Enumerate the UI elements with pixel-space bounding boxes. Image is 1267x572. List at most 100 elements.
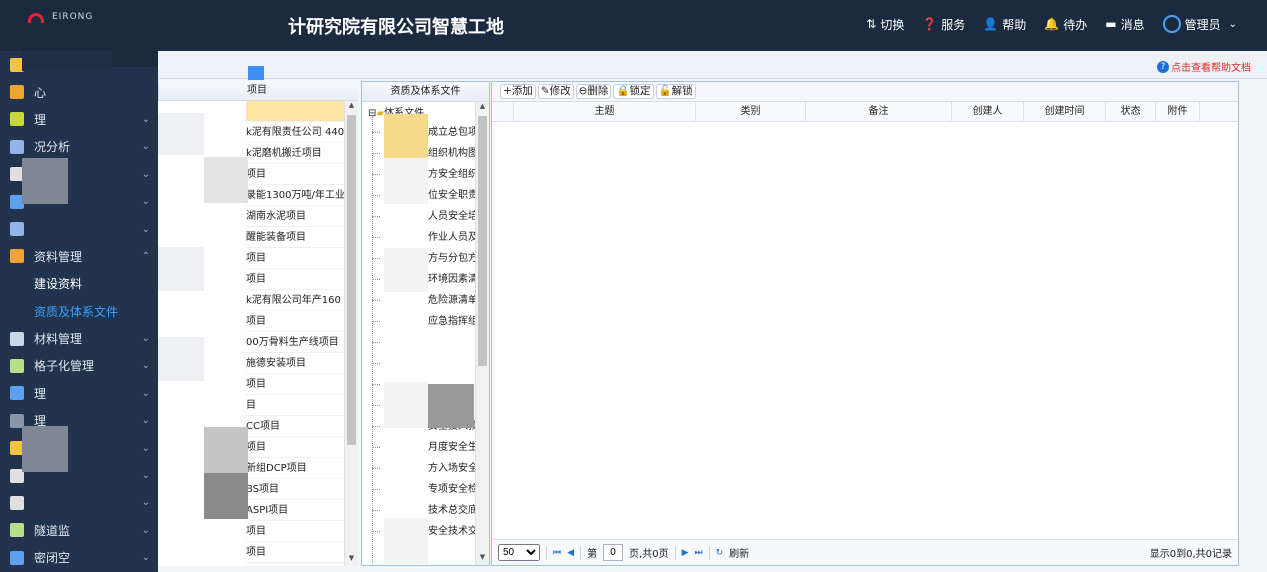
scroll-up-icon[interactable]: ▲ [476,102,489,114]
sidebar-item[interactable]: ⌄ [0,215,158,242]
tree-node[interactable]: 安全技术交 [428,521,478,542]
column-header[interactable]: 类别 [696,102,806,121]
help-doc-link[interactable]: ? 点击查看帮助文档 [1157,59,1251,74]
tree-node[interactable]: 危险源清单 [428,290,478,311]
sidebar-item[interactable]: ⌄ [0,489,158,516]
blur-overlay [22,426,68,472]
column-header[interactable]: 状态 [1106,102,1156,121]
page-prefix: 第 [587,549,598,560]
project-row[interactable]: 00万骨料生产线项目 [246,332,344,353]
project-row[interactable]: 施德安装项目 [246,353,344,374]
menu-icon [10,386,24,401]
tree-node[interactable]: 方入场安全 [428,458,478,479]
project-row[interactable]: 目 [246,395,344,416]
project-row[interactable]: ASPI项目 [246,500,344,521]
tree-node[interactable]: 方与分包方 [428,248,478,269]
next-page-icon[interactable]: ▶ [682,548,689,558]
service-button[interactable]: ❓ 服务 [922,16,965,33]
scroll-thumb[interactable] [347,115,356,445]
project-row[interactable]: 项目 [246,164,344,185]
toolbar-button[interactable]: ✎修改 [537,84,574,99]
sidebar-item-label: 况分析 [34,140,71,155]
help-button[interactable]: 👤 帮助 [983,16,1026,33]
project-row[interactable] [246,101,344,122]
tree-node[interactable] [428,332,478,353]
toolbar-button[interactable]: 🔒锁定 [613,84,654,99]
tree-node[interactable]: 方安全组织 [428,164,478,185]
refresh-button[interactable]: 刷新 [729,545,749,560]
project-row[interactable]: k泥磨机搬迁项目 [246,143,344,164]
question-icon: ? [1157,60,1169,73]
blur-overlay [158,337,204,381]
admin-menu[interactable]: 管理员 ⌄ [1162,15,1237,33]
tree-node[interactable]: 技术总交底 [428,500,478,521]
project-row[interactable]: 醒能装备项目 [246,227,344,248]
page-size-select[interactable]: 50 [498,544,540,561]
switch-button[interactable]: ⇅ 切换 [866,16,904,33]
sidebar-subitem[interactable]: 资质及体系文件 [0,298,158,325]
project-row[interactable]: 项目 [246,542,344,563]
blur-overlay [204,427,248,473]
project-row[interactable]: 项目 [246,248,344,269]
tree-node[interactable]: 月度安全生 [428,437,478,458]
toolbar-button[interactable]: ⊖删除 [575,84,612,99]
tree-node[interactable]: 成立总包项目 [428,122,478,143]
column-header[interactable]: 创建人 [952,102,1024,121]
tree-guide-tick [372,384,380,385]
scroll-down-icon[interactable]: ▼ [345,554,358,566]
tree-guide-tick [372,489,380,490]
project-row[interactable]: 项目 [246,311,344,332]
project-scrollbar[interactable]: ▲ ▼ [344,101,358,566]
project-row[interactable]: BS项目 [246,479,344,500]
tree-node[interactable]: 位安全职责 [428,185,478,206]
scroll-thumb[interactable] [478,116,487,366]
sidebar-item[interactable]: 格子化管理 ⌄ [0,352,158,379]
sidebar-item[interactable]: 隧道监 ⌄ [0,517,158,544]
tree-node[interactable]: 环境因素清 [428,269,478,290]
tree-node[interactable]: 专项安全检 [428,479,478,500]
project-row[interactable]: 项目 [246,521,344,542]
tree-guide-tick [372,447,380,448]
tree-guide-tick [372,153,380,154]
project-row[interactable]: CC项目 [246,416,344,437]
column-header[interactable]: 附件 [1156,102,1200,121]
refresh-icon[interactable]: ↻ [716,548,724,558]
message-button[interactable]: ▬ 消息 [1105,16,1144,33]
tree-scrollbar[interactable]: ▲ ▼ [475,102,489,565]
column-header[interactable]: 备注 [806,102,952,121]
tree-node[interactable]: 组织机构图 [428,143,478,164]
project-row[interactable]: 湖南水泥项目 [246,206,344,227]
project-row[interactable]: 项目 [246,374,344,395]
last-page-icon[interactable]: ⏭ [695,548,703,558]
tree-node[interactable]: 作业人员及 [428,227,478,248]
tree-node[interactable] [428,353,478,374]
tree-guide-tick [372,195,380,196]
sidebar-item[interactable]: 况分析 ⌄ [0,133,158,160]
sidebar-item[interactable]: 心 [0,78,158,105]
column-header[interactable]: 主题 [514,102,696,121]
sidebar-item[interactable]: 理 ⌄ [0,380,158,407]
column-header[interactable]: 创建时间 [1024,102,1106,121]
sidebar-item[interactable]: 资料管理 ⌃ [0,243,158,270]
scroll-up-icon[interactable]: ▲ [345,101,358,113]
tree-node[interactable]: 人员安全培 [428,206,478,227]
sidebar-item[interactable]: 材料管理 ⌄ [0,325,158,352]
scroll-down-icon[interactable]: ▼ [476,553,489,565]
project-row[interactable]: 录能1300万吨/年工业 [246,185,344,206]
prev-page-icon[interactable]: ◀ [567,548,574,558]
sidebar-item[interactable]: 理 ⌄ [0,106,158,133]
sidebar-subitem[interactable]: 建设资料 [0,270,158,297]
tree-guide-tick [372,174,380,175]
toolbar-button[interactable]: +添加 [500,84,536,99]
project-row[interactable]: 新组DCP项目 [246,458,344,479]
first-page-icon[interactable]: ⏮ [553,548,561,558]
tree-node[interactable]: 应急指挥组 [428,311,478,332]
todo-button[interactable]: 🔔 待办 [1044,16,1087,33]
toolbar-button[interactable]: 🔓解锁 [655,84,696,99]
page-number-input[interactable] [603,544,624,561]
project-row[interactable]: 项目 [246,269,344,290]
project-row[interactable]: 项目 [246,437,344,458]
sidebar-item[interactable]: 密闭空 ⌄ [0,544,158,571]
project-row[interactable]: k泥有限公司年产160 [246,290,344,311]
project-row[interactable]: k泥有限责任公司 440 [246,122,344,143]
